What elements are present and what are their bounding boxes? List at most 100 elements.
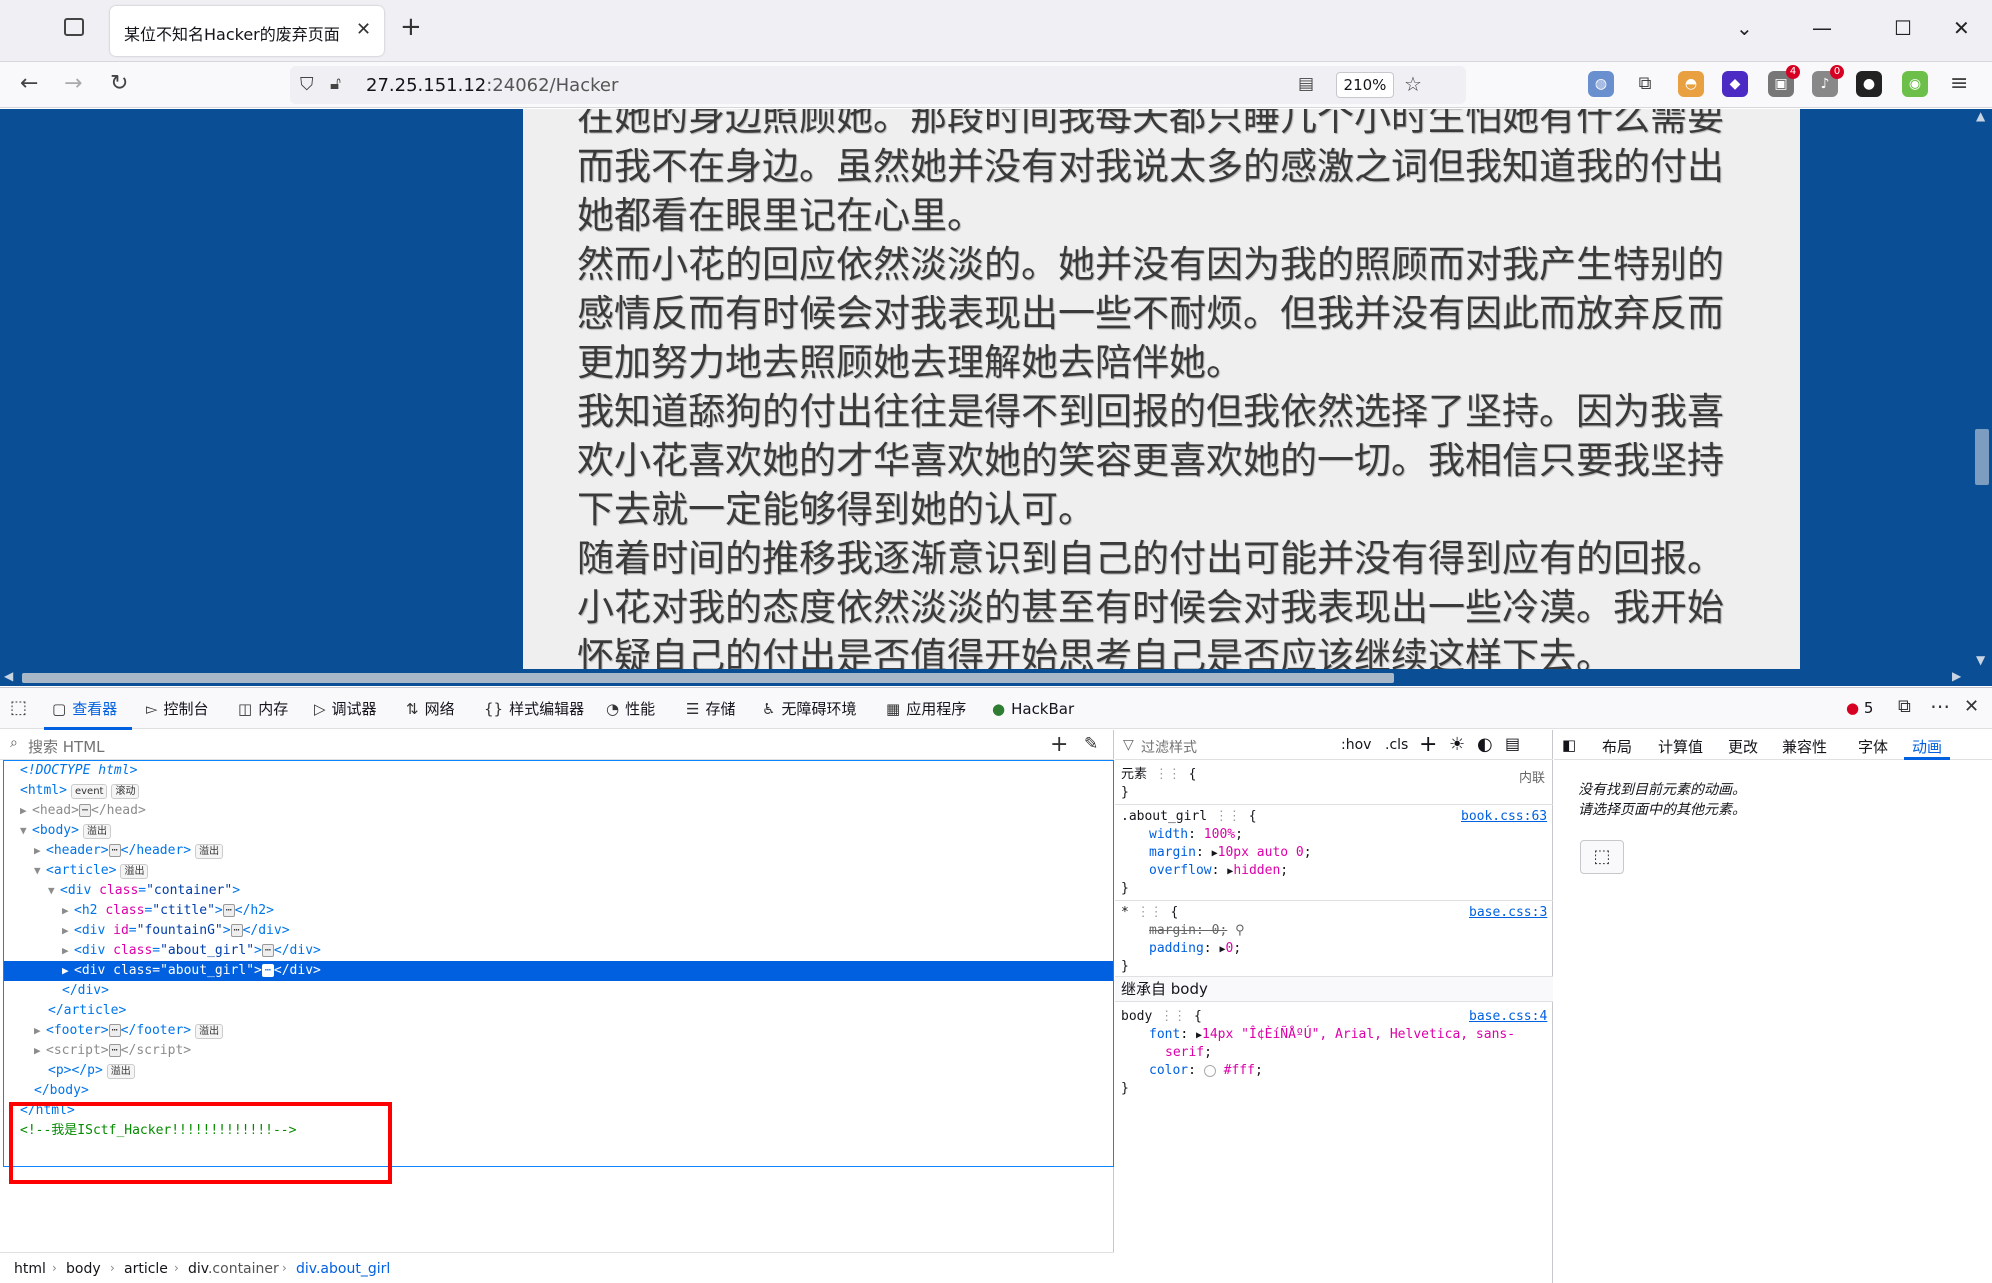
tree-row-article[interactable]: ▼ <article> 溢出 xyxy=(4,861,1113,881)
base-css-link[interactable]: base.css:3 xyxy=(1469,905,1547,920)
print-media-icon[interactable]: ▤ xyxy=(1505,734,1520,753)
collapsed-ellipsis[interactable]: ⋯ xyxy=(261,944,274,957)
crumb-container[interactable]: div.container xyxy=(188,1261,279,1277)
element-picker-icon[interactable]: ⬚ xyxy=(10,697,27,718)
scroll-down-icon[interactable]: ▼ xyxy=(1976,653,1985,667)
overflow-badge[interactable]: 溢出 xyxy=(82,824,111,839)
color-swatch-icon[interactable] xyxy=(1203,1064,1216,1077)
app-menu-icon[interactable]: ≡ xyxy=(1950,70,1968,98)
tab-inspector[interactable]: ▢ 查看器 xyxy=(52,699,117,719)
collapsed-ellipsis[interactable]: ⋯ xyxy=(78,804,91,817)
add-node-icon[interactable]: + xyxy=(1050,732,1068,757)
tree-row-fountain[interactable]: ▶ <div id="fountainG"> ⋯ </div> xyxy=(4,921,1113,941)
tab-storage[interactable]: ☰ 存储 xyxy=(686,699,735,719)
tab-changes[interactable]: 更改 xyxy=(1728,736,1758,757)
tab-computed[interactable]: 计算值 xyxy=(1658,736,1703,757)
bell-extension-icon[interactable]: ♪ 0 xyxy=(1812,65,1844,97)
overflow-badge[interactable]: 溢出 xyxy=(120,864,149,879)
tree-row-p[interactable]: <p></p> 溢出 xyxy=(4,1061,1113,1081)
expand-icon[interactable]: ▶ xyxy=(34,1021,46,1041)
filter-styles-input[interactable]: 过滤样式 xyxy=(1141,737,1197,757)
collapsed-ellipsis[interactable]: ⋯ xyxy=(108,1024,121,1037)
rule-width[interactable]: width: 100%; xyxy=(1149,826,1243,844)
pick-element-button[interactable]: ⬚ xyxy=(1580,840,1624,874)
overflow-badge[interactable]: 溢出 xyxy=(106,1064,135,1079)
tab-fonts[interactable]: 字体 xyxy=(1858,736,1888,757)
event-badge[interactable]: event xyxy=(70,784,108,799)
tab-console[interactable]: ▻ 控制台 xyxy=(146,699,209,719)
rule-overflow[interactable]: overflow: ▶hidden; xyxy=(1149,862,1288,881)
reload-icon[interactable]: ↻ xyxy=(110,70,128,98)
tree-row-about-girl[interactable]: ▶ <div class="about_girl"> ⋯ </div> xyxy=(4,941,1113,961)
add-rule-icon[interactable]: + xyxy=(1419,732,1437,757)
toggle-sidebar-icon[interactable]: ◧ xyxy=(1562,736,1576,754)
tree-row-about-girl-selected[interactable]: ▶ <div class="about_girl"> ⋯ </div> xyxy=(4,961,1113,981)
horizontal-scroll-thumb[interactable] xyxy=(22,673,1394,683)
list-all-tabs-icon[interactable]: ⌄ xyxy=(1736,16,1753,40)
expand-icon[interactable]: ▶ xyxy=(62,961,74,981)
tree-row-container-close[interactable]: </div> xyxy=(4,981,1113,1001)
tab-close-icon[interactable]: ✕ xyxy=(356,19,371,40)
overflow-badge[interactable]: 溢出 xyxy=(195,844,224,859)
tree-row-header[interactable]: ▶ <header> ⋯ </header> 溢出 xyxy=(4,841,1113,861)
tab-animations[interactable]: 动画 xyxy=(1912,736,1942,757)
maximize-icon[interactable]: ☐ xyxy=(1894,16,1912,40)
crumb-html[interactable]: html xyxy=(14,1261,46,1277)
close-devtools-icon[interactable]: ✕ xyxy=(1964,696,1979,717)
overflow-badge[interactable]: 溢出 xyxy=(195,1024,224,1039)
expand-icon[interactable]: ▶ xyxy=(34,1041,46,1061)
tree-row-html[interactable]: <html> event 滚动 xyxy=(4,781,1113,801)
scroll-right-icon[interactable]: ▶ xyxy=(1952,669,1961,683)
tab-application[interactable]: ▦ 应用程序 xyxy=(886,699,966,719)
vertical-scrollbar[interactable]: ▲ ▼ xyxy=(1972,109,1992,686)
tree-row-body-close[interactable]: </body> xyxy=(4,1081,1113,1101)
tree-row-script[interactable]: ▶ <script> ⋯ </script> xyxy=(4,1041,1113,1061)
scroll-up-icon[interactable]: ▲ xyxy=(1976,109,1985,123)
crumb-body[interactable]: body xyxy=(66,1261,101,1277)
rule-font[interactable]: font: ▶14px "Î¢ÈíÑÅºÚ", Arial, Helvetica… xyxy=(1149,1026,1515,1045)
cls-toggle[interactable]: .cls xyxy=(1385,737,1408,753)
dark-scheme-icon[interactable]: ◐ xyxy=(1477,734,1493,755)
book-css-link[interactable]: book.css:63 xyxy=(1461,809,1547,824)
rule-color[interactable]: color: #fff; xyxy=(1149,1062,1263,1080)
new-tab-icon[interactable]: + xyxy=(400,14,422,40)
expand-icon[interactable]: ▶ xyxy=(20,801,32,821)
reader-view-icon[interactable]: ▤ xyxy=(1298,74,1314,94)
collapsed-ellipsis[interactable]: ⋯ xyxy=(108,1044,121,1057)
base-css-4-link[interactable]: base.css:4 xyxy=(1469,1009,1547,1024)
panda-extension-icon[interactable]: ● xyxy=(1856,71,1882,97)
horizontal-scrollbar[interactable]: ◀ ▶ xyxy=(0,669,1972,686)
eyedropper-icon[interactable]: ✎ xyxy=(1084,734,1098,754)
zoom-level[interactable]: 210% xyxy=(1336,72,1394,98)
tab-accessibility[interactable]: ♿︎ 无障碍环境 xyxy=(762,699,856,719)
tab-hackbar[interactable]: ● HackBar xyxy=(992,699,1074,719)
rule-margin-overridden[interactable]: margin: 0; ⚲ xyxy=(1149,922,1245,940)
more-options-icon[interactable]: ⋯ xyxy=(1930,694,1950,718)
vertical-scroll-thumb[interactable] xyxy=(1975,429,1989,485)
tab-debugger[interactable]: ▷ 调试器 xyxy=(314,699,377,719)
expand-icon[interactable]: ▶ xyxy=(34,841,46,861)
search-html-input[interactable]: 搜索 HTML xyxy=(28,736,105,757)
light-scheme-icon[interactable]: ☀ xyxy=(1449,734,1465,755)
rule-margin[interactable]: margin: ▶10px auto 0; xyxy=(1149,844,1312,863)
tab-list-icon[interactable] xyxy=(64,18,84,36)
back-icon[interactable]: ← xyxy=(20,70,38,98)
scroll-badge[interactable]: 滚动 xyxy=(111,784,140,799)
tab-active[interactable]: 某位不知名Hacker的废弃页面 ✕ xyxy=(110,6,384,56)
forward-icon[interactable]: → xyxy=(64,70,82,98)
js-extension-icon[interactable]: ◉ xyxy=(1902,71,1928,97)
collapsed-ellipsis[interactable]: ⋯ xyxy=(222,904,235,917)
red-extension-icon[interactable]: ▣ 4 xyxy=(1768,65,1800,97)
hov-toggle[interactable]: :hov xyxy=(1341,737,1371,753)
tab-memory[interactable]: ◫ 内存 xyxy=(238,699,288,719)
tab-style-editor[interactable]: {} 样式编辑器 xyxy=(484,699,584,719)
tree-row-h2[interactable]: ▶ <h2 class="ctitle"> ⋯ </h2> xyxy=(4,901,1113,921)
fox-extension-icon[interactable]: ◓ xyxy=(1678,71,1704,97)
cube-extension-icon[interactable]: ◆ xyxy=(1722,71,1748,97)
collapsed-ellipsis[interactable]: ⋯ xyxy=(261,964,274,977)
globe-extension-icon[interactable]: ◍ xyxy=(1588,71,1614,97)
expand-icon[interactable]: ▶ xyxy=(62,901,74,921)
error-count[interactable]: ● 5 xyxy=(1846,699,1873,717)
bookmark-star-icon[interactable]: ☆ xyxy=(1404,72,1422,96)
tree-row-footer[interactable]: ▶ <footer> ⋯ </footer> 溢出 xyxy=(4,1021,1113,1041)
